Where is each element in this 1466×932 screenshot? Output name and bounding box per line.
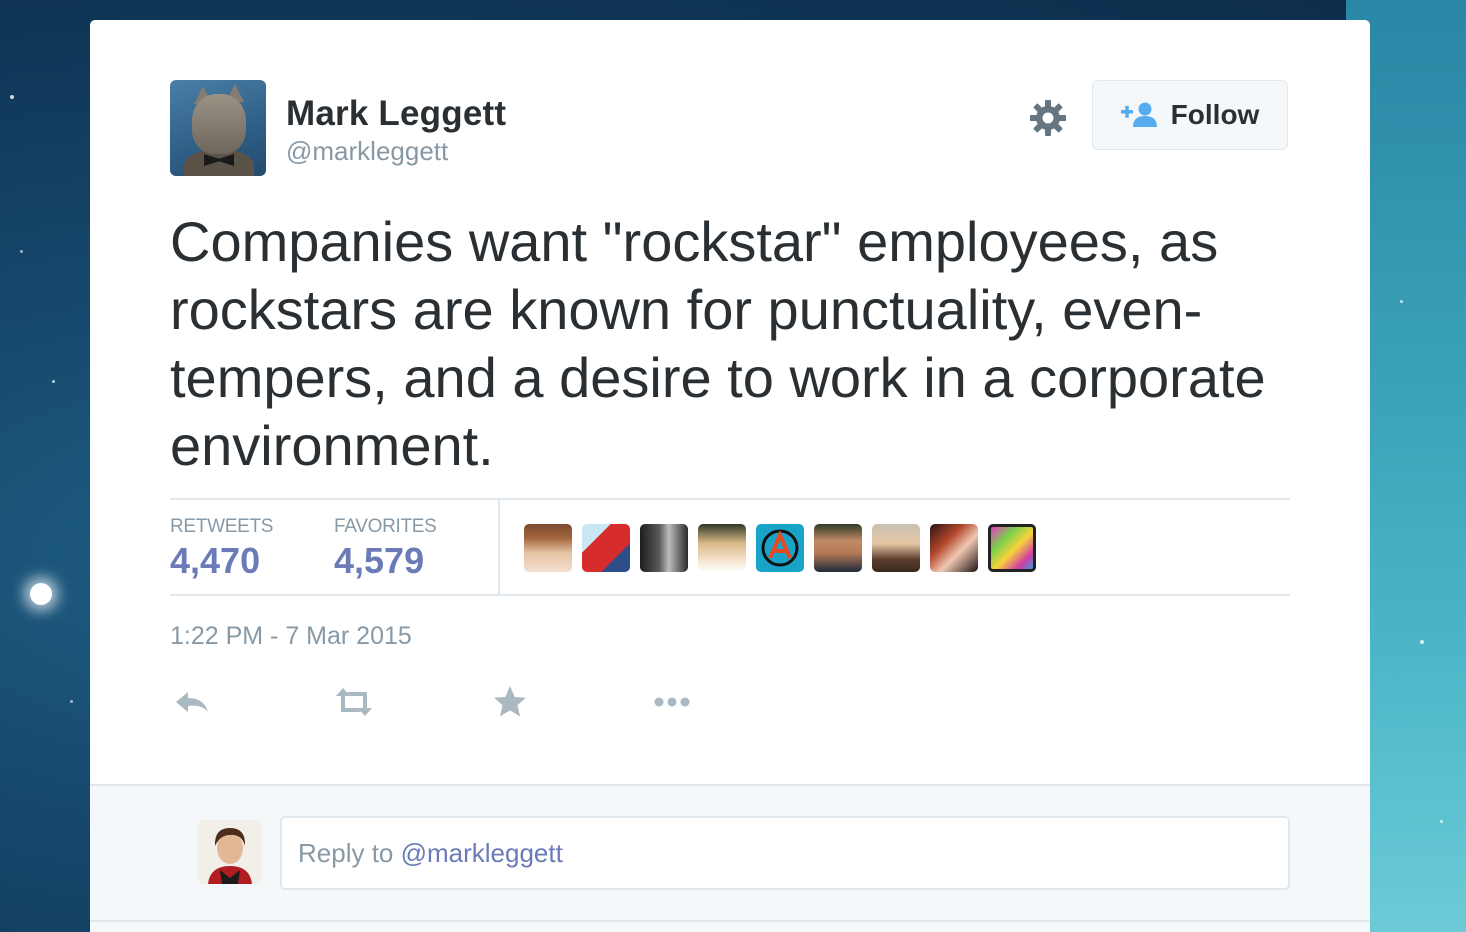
tweet-card: Mark Leggett @markleggett Follow Compani… xyxy=(90,20,1370,932)
favorites-count: 4,579 xyxy=(334,540,425,581)
favoriter-avatars xyxy=(524,524,1036,572)
author-name[interactable]: Mark Leggett xyxy=(286,94,506,134)
favoriter-avatar[interactable] xyxy=(872,524,920,572)
favorites-stat[interactable]: FAVORITES 4,579 xyxy=(334,516,437,582)
favoriter-avatar[interactable] xyxy=(524,524,572,572)
favoriter-avatar[interactable] xyxy=(640,524,688,572)
reply-area: Reply to @markleggett xyxy=(90,784,1370,932)
background-star xyxy=(1400,300,1403,303)
background-star xyxy=(52,380,55,383)
background-star xyxy=(30,583,52,605)
background-star xyxy=(1440,820,1443,823)
reply-icon[interactable] xyxy=(172,682,212,722)
author-handle[interactable]: @markleggett xyxy=(286,136,448,167)
favorites-label: FAVORITES xyxy=(334,516,437,537)
background-star xyxy=(10,95,14,99)
favorite-star-icon[interactable] xyxy=(490,682,530,722)
stats-divider xyxy=(498,500,500,594)
avatar-cat-head xyxy=(192,94,246,154)
tweet-timestamp[interactable]: 1:22 PM - 7 Mar 2015 xyxy=(170,622,412,651)
favoriter-avatar[interactable] xyxy=(582,524,630,572)
favoriter-avatar[interactable] xyxy=(988,524,1036,572)
reply-input[interactable]: Reply to @markleggett xyxy=(280,816,1290,890)
background-star xyxy=(70,700,73,703)
retweets-label: RETWEETS xyxy=(170,516,274,537)
retweets-count: 4,470 xyxy=(170,540,261,581)
reply-placeholder-handle: @markleggett xyxy=(400,838,563,868)
author-avatar[interactable] xyxy=(170,80,266,176)
background-star xyxy=(20,250,23,253)
retweet-icon[interactable] xyxy=(334,682,374,722)
tweet-text: Companies want "rockstar" employees, as … xyxy=(170,210,1266,477)
follow-button[interactable]: Follow xyxy=(1092,80,1288,150)
reply-placeholder-prefix: Reply to xyxy=(298,838,401,868)
background-star xyxy=(1420,640,1424,644)
more-icon[interactable] xyxy=(652,682,692,722)
tweet-stats: RETWEETS 4,470 FAVORITES 4,579 xyxy=(170,498,1290,596)
favoriter-avatar[interactable] xyxy=(756,524,804,572)
favoriter-avatar[interactable] xyxy=(698,524,746,572)
follow-person-plus-icon xyxy=(1120,101,1159,129)
gear-icon[interactable] xyxy=(1028,98,1068,138)
favoriter-avatar[interactable] xyxy=(814,524,862,572)
follow-button-label: Follow xyxy=(1170,99,1260,130)
current-user-avatar[interactable] xyxy=(198,820,262,884)
retweets-stat[interactable]: RETWEETS 4,470 xyxy=(170,516,273,582)
reply-divider xyxy=(90,920,1370,922)
favoriter-avatar[interactable] xyxy=(930,524,978,572)
